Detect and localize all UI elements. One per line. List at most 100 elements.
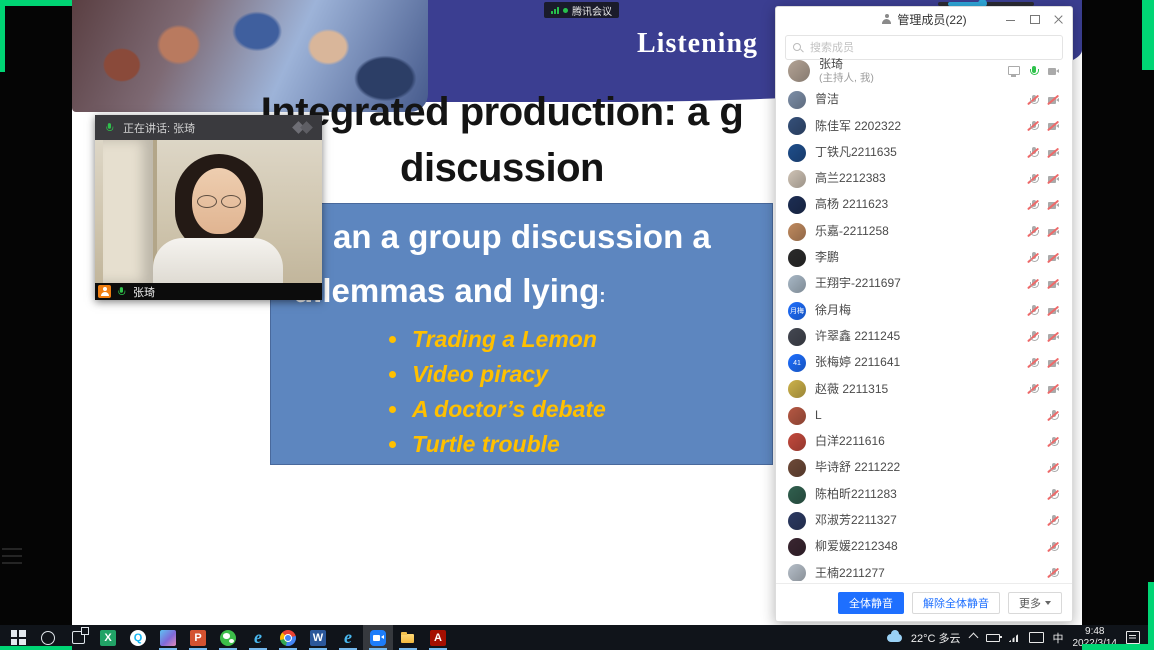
member-name: 邓淑芳2211327 [815, 514, 897, 528]
member-row[interactable]: 41张梅婷 2211641 [776, 350, 1072, 376]
member-row[interactable]: 陈柏昕2211283 [776, 481, 1072, 507]
mic-muted-icon[interactable] [1046, 514, 1060, 527]
mic-on-icon [103, 122, 114, 132]
camera-muted-icon[interactable] [1046, 251, 1060, 264]
member-row[interactable]: 高兰2212383 [776, 166, 1072, 192]
avatar [788, 170, 806, 188]
slide-bullet-list: Trading a LemonVideo piracyA doctor’s de… [389, 322, 606, 462]
unmute-all-button[interactable]: 解除全体静音 [912, 592, 1000, 614]
member-row[interactable]: 曾洁 [776, 87, 1072, 113]
touch-keyboard-icon[interactable] [1029, 632, 1044, 643]
participant-icon [98, 285, 111, 298]
mic-muted-icon[interactable] [1046, 541, 1060, 554]
member-row[interactable]: 许翠鑫 2211245 [776, 324, 1072, 350]
mic-muted-icon[interactable] [1026, 251, 1040, 264]
camera-muted-icon[interactable] [1046, 173, 1060, 186]
camera-muted-icon[interactable] [1046, 357, 1060, 370]
panel-titlebar[interactable]: 管理成员(22) [776, 7, 1072, 31]
member-row[interactable]: 柳爱媛2212348 [776, 534, 1072, 560]
close-button[interactable] [1053, 14, 1064, 25]
member-row[interactable]: 白洋2211616 [776, 429, 1072, 455]
webcam-titlebar[interactable]: 正在讲话: 张琦 [95, 115, 322, 140]
search-input[interactable] [808, 41, 1055, 55]
camera-muted-icon[interactable] [1046, 304, 1060, 317]
taskbar-app-photos-icon[interactable] [153, 625, 183, 650]
camera-muted-icon[interactable] [1046, 199, 1060, 212]
camera-muted-icon[interactable] [1046, 94, 1060, 107]
webcam-window[interactable]: 正在讲话: 张琦 张琦 [95, 115, 322, 300]
mic-muted-icon[interactable] [1046, 488, 1060, 501]
member-row[interactable]: 陈佳军 2202322 [776, 113, 1072, 139]
camera-muted-icon[interactable] [1046, 330, 1060, 343]
member-row[interactable]: 王翔宇-2211697 [776, 271, 1072, 297]
taskbar-app-excel-icon[interactable]: X [93, 625, 123, 650]
member-row[interactable]: 毕诗舒 2211222 [776, 455, 1072, 481]
member-row[interactable]: 高杨 2211623 [776, 192, 1072, 218]
member-row[interactable]: 赵薇 2211315 [776, 376, 1072, 402]
member-row[interactable]: 乐嘉-2211258 [776, 218, 1072, 244]
taskbar-app-qq-icon[interactable]: Q [123, 625, 153, 650]
word-glyph: W [310, 630, 326, 646]
battery-icon[interactable] [986, 634, 1000, 642]
mic-muted-icon[interactable] [1026, 357, 1040, 370]
taskbar-app-acrobat-icon[interactable]: A [423, 625, 453, 650]
mic-muted-icon[interactable] [1026, 278, 1040, 291]
taskbar-app-ie-icon[interactable]: e [243, 625, 273, 650]
mic-muted-icon[interactable] [1026, 383, 1040, 396]
screen-share-icon[interactable] [1006, 65, 1020, 78]
mic-muted-icon[interactable] [1026, 330, 1040, 343]
taskbar-app-chrome-icon[interactable] [273, 625, 303, 650]
more-button[interactable]: 更多 [1008, 592, 1062, 614]
minimize-button[interactable] [1005, 14, 1016, 25]
mic-muted-icon[interactable] [1046, 409, 1060, 422]
maximize-button[interactable] [1029, 14, 1040, 25]
meeting-status-pill[interactable]: 腾讯会议 [544, 2, 619, 18]
camera-muted-icon[interactable] [1046, 120, 1060, 133]
taskbar-app-powerpoint-icon[interactable]: P [183, 625, 213, 650]
member-row[interactable]: 邓淑芳2211327 [776, 508, 1072, 534]
taskbar-app-word-icon[interactable]: W [303, 625, 333, 650]
avatar: 41 [788, 354, 806, 372]
avatar [788, 144, 806, 162]
mic-muted-icon[interactable] [1026, 199, 1040, 212]
mic-muted-icon[interactable] [1046, 462, 1060, 475]
mic-muted-icon[interactable] [1046, 436, 1060, 449]
member-row[interactable]: 丁铁凡2211635 [776, 140, 1072, 166]
member-row[interactable]: 王楠2211277 [776, 560, 1072, 581]
mic-muted-icon[interactable] [1026, 94, 1040, 107]
input-language[interactable]: 中 [1053, 630, 1064, 646]
tray-expand-icon[interactable] [968, 633, 978, 643]
camera-muted-icon[interactable] [1046, 225, 1060, 238]
member-list[interactable]: 张琦(主持人, 我)曾洁陈佳军 2202322丁铁凡2211635高兰22123… [776, 55, 1072, 581]
avatar [788, 249, 806, 267]
mic-on-icon[interactable] [1026, 65, 1040, 78]
member-row[interactable]: 李鹏 [776, 245, 1072, 271]
network-icon[interactable] [1009, 633, 1020, 642]
member-row[interactable]: 月梅徐月梅 [776, 297, 1072, 323]
taskbar-app-wechat-icon[interactable] [213, 625, 243, 650]
camera-muted-icon[interactable] [1046, 383, 1060, 396]
taskbar-app-tencent-meeting-icon[interactable] [363, 625, 393, 650]
member-row[interactable]: 张琦(主持人, 我) [776, 55, 1072, 87]
mic-muted-icon[interactable] [1026, 120, 1040, 133]
action-center-icon[interactable] [1126, 631, 1140, 644]
camera-muted-icon[interactable] [1046, 146, 1060, 159]
taskbar-app-file-explorer-icon[interactable] [393, 625, 423, 650]
desktop-shortcut-icon[interactable] [2, 548, 22, 566]
mic-muted-icon[interactable] [1026, 304, 1040, 317]
mic-muted-icon[interactable] [1026, 225, 1040, 238]
meeting-logo-icon [292, 122, 314, 134]
member-name: 王楠2211277 [815, 567, 885, 581]
mic-muted-icon[interactable] [1046, 567, 1060, 580]
member-row[interactable]: L [776, 403, 1072, 429]
weather-label[interactable]: 22°C 多云 [911, 630, 961, 646]
slide-bullet: Turtle trouble [389, 427, 606, 462]
taskbar-app-ie-2-icon[interactable]: e [333, 625, 363, 650]
avatar: 月梅 [788, 302, 806, 320]
mute-all-button[interactable]: 全体静音 [838, 592, 904, 614]
camera-icon[interactable] [1046, 65, 1060, 78]
camera-muted-icon[interactable] [1046, 278, 1060, 291]
mic-muted-icon[interactable] [1026, 146, 1040, 159]
member-name: 徐月梅 [815, 304, 851, 318]
mic-muted-icon[interactable] [1026, 173, 1040, 186]
